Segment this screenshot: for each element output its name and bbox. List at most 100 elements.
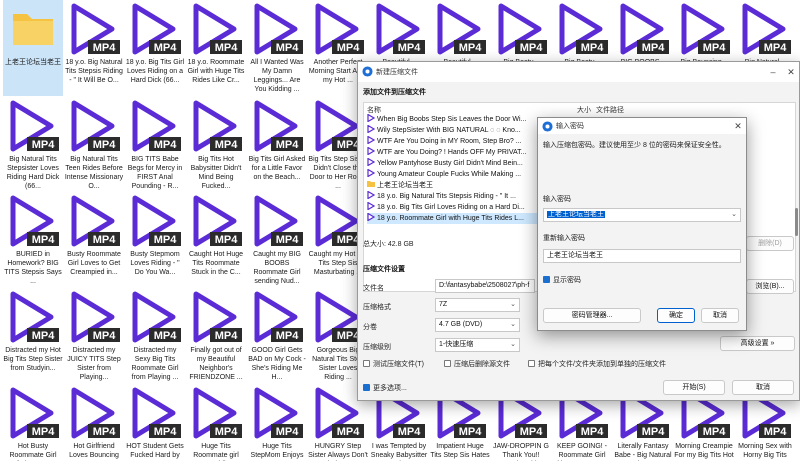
- file-list-name: Yellow Pantyhose Busty Girl Didn't Mind …: [377, 160, 523, 167]
- file-list-row[interactable]: WTF are You Doing? ! Hands OFF My PRIVAT…: [367, 147, 537, 158]
- file-item[interactable]: MP4 Huge Tits Roommate girl craves Riding…: [186, 384, 246, 461]
- expand-icon: [363, 384, 370, 391]
- file-list-row[interactable]: Young Amateur Couple Fucks While Making …: [367, 169, 537, 180]
- file-item[interactable]: MP4 18 y.o. Roommate Girl with Huge Tits …: [186, 0, 246, 96]
- video-file-icon: [367, 114, 376, 123]
- delete-source-checkbox[interactable]: 压缩后删除源文件: [444, 359, 510, 369]
- col-path[interactable]: 文件路径: [596, 105, 624, 115]
- advanced-settings-button[interactable]: 高级设置 »: [720, 336, 795, 351]
- file-item[interactable]: MP4 Caught my BIG BOOBS Roommate Girl sen…: [247, 192, 307, 288]
- svg-text:MP4: MP4: [642, 42, 666, 54]
- title-bar: 新建压缩文件 – ✕: [358, 62, 799, 82]
- file-thumbnail: MP4: [68, 386, 120, 440]
- svg-text:MP4: MP4: [703, 426, 727, 438]
- file-thumbnail: MP4: [190, 194, 242, 248]
- format-select[interactable]: 7Z ⌄: [435, 298, 520, 312]
- password-field[interactable]: 上老王论坛当老王 ⌄: [543, 208, 741, 222]
- file-item[interactable]: MP4 All I Wanted Was My Damn Leggings... …: [247, 0, 307, 96]
- file-item[interactable]: MP4 Distracted my Hot Big Tits Step Siste…: [3, 288, 63, 384]
- file-item[interactable]: MP4 Distracted my Sexy Big Tits Roommate …: [125, 288, 185, 384]
- svg-text:MP4: MP4: [276, 139, 300, 151]
- file-thumbnail: MP4: [68, 290, 120, 344]
- file-name-field[interactable]: D:\fantasybabe\2508027\ph-f: [435, 279, 535, 293]
- file-item[interactable]: MP4 Hot Busty Roommate Girl Left the Door…: [3, 384, 63, 461]
- svg-text:MP4: MP4: [215, 330, 239, 342]
- col-size[interactable]: 大小: [577, 105, 591, 115]
- ok-button[interactable]: 确定: [657, 308, 695, 323]
- file-item[interactable]: MP4 18 y.o. Big Tits Girl Loves Riding on…: [125, 0, 185, 96]
- video-file-icon: MP4: [620, 3, 669, 55]
- file-item[interactable]: MP4 Big Tits Girl Asked for a Little Favo…: [247, 97, 307, 193]
- file-item[interactable]: MP4 Huge Tits StepMom Enjoys ...: [247, 384, 307, 461]
- svg-text:MP4: MP4: [520, 426, 544, 438]
- dialog-cancel-button[interactable]: 取消: [701, 308, 739, 323]
- file-item[interactable]: MP4 Busty Roommate Girl Loves to Get Crea…: [64, 192, 124, 288]
- video-file-icon: MP4: [254, 291, 303, 343]
- list-scrollbar[interactable]: [792, 103, 800, 291]
- scroll-thumb[interactable]: [795, 208, 798, 236]
- browse-button[interactable]: 浏览(B)...: [746, 279, 794, 294]
- file-list-row[interactable]: When Big Boobs Step Sis Leaves the Door …: [367, 114, 537, 125]
- file-caption: 18 y.o. Big Natural Tits Stepsis Riding …: [65, 59, 123, 84]
- file-list-row[interactable]: Wily StepSister With BIG NATURAL ◌ ◌ Kno…: [367, 125, 537, 136]
- file-item[interactable]: MP4 HOT Student Gets Fucked Hard by Horny…: [125, 384, 185, 461]
- file-item[interactable]: MP4 Big Tits Hot Babysitter Didn't Mind B…: [186, 97, 246, 193]
- file-list-row[interactable]: 18 y.o. Roommate Girl with Huge Tits Rid…: [367, 213, 537, 224]
- file-list-row[interactable]: Yellow Pantyhose Busty Girl Didn't Mind …: [367, 158, 537, 169]
- file-item[interactable]: MP4 Caught Hot Huge Tits Roommate Stuck i…: [186, 192, 246, 288]
- close-icon[interactable]: ✕: [784, 65, 798, 79]
- file-thumbnail: MP4: [190, 290, 242, 344]
- video-file-icon: MP4: [254, 387, 303, 439]
- start-button[interactable]: 开始(S): [663, 380, 725, 395]
- file-item[interactable]: MP4 Big Natural Tits Stepsister Loves Rid…: [3, 97, 63, 193]
- file-item[interactable]: MP4 BIG TITS Babe Begs for Mercy in FIRST…: [125, 97, 185, 193]
- svg-text:MP4: MP4: [154, 426, 178, 438]
- level-select[interactable]: 1-快速压缩 ⌄: [435, 338, 520, 352]
- separate-archives-checkbox[interactable]: 把每个文件/文件夹添加到单独的压缩文件: [528, 359, 666, 369]
- cancel-button[interactable]: 取消: [732, 380, 794, 395]
- file-item[interactable]: MP4 18 y.o. Big Natural Tits Stepsis Ridi…: [64, 0, 124, 96]
- format-label: 压缩格式: [363, 304, 391, 311]
- test-archive-checkbox[interactable]: 测试压缩文件(T): [363, 359, 424, 369]
- file-thumbnail: MP4: [190, 2, 242, 56]
- file-thumbnail: MP4: [495, 2, 547, 56]
- video-file-icon: MP4: [193, 291, 242, 343]
- file-item[interactable]: MP4 GOOD Girl Gets BAD on My Cock - She's…: [247, 288, 307, 384]
- file-list-row[interactable]: WTF Are You Doing in MY Room, Step Bro? …: [367, 136, 537, 147]
- close-icon[interactable]: ✕: [731, 119, 745, 133]
- video-file-icon: [367, 169, 376, 178]
- file-item[interactable]: MP4 BURIED in Homework? BIG TITS Stepsis …: [3, 192, 63, 288]
- reenter-password-field[interactable]: 上老王论坛当老王: [543, 249, 741, 263]
- video-file-icon: [367, 202, 376, 211]
- file-item[interactable]: MP4 Big Natural Tits Teen Rides Before In…: [64, 97, 124, 193]
- svg-text:MP4: MP4: [93, 426, 117, 438]
- file-caption: Literally Fantasy Babe - Big Natural Tit…: [614, 443, 672, 459]
- more-options-toggle[interactable]: 更多选项...: [363, 383, 407, 393]
- file-list-row[interactable]: 18 y.o. Big Natural Tits Stepsis Riding …: [367, 191, 537, 202]
- file-list-row[interactable]: 18 y.o. Big Tits Girl Loves Riding on a …: [367, 202, 537, 213]
- file-thumbnail: MP4: [7, 290, 59, 344]
- minimize-icon[interactable]: –: [766, 65, 780, 79]
- svg-text:MP4: MP4: [32, 426, 56, 438]
- app-icon: [362, 66, 373, 77]
- show-password-checkbox[interactable]: 显示密码: [543, 275, 581, 285]
- file-list-name: WTF Are You Doing in MY Room, Step Bro? …: [377, 138, 522, 145]
- split-select[interactable]: 4.7 GB (DVD) ⌄: [435, 318, 520, 332]
- checkbox-box: [444, 360, 451, 367]
- file-caption: Distracted my Hot Big Tits Step Sister f…: [3, 347, 63, 372]
- file-item[interactable]: MP4 Finally got out of my Beautiful Neigh…: [186, 288, 246, 384]
- file-item[interactable]: MP4 Busty Stepmom Loves Riding - " Do You…: [125, 192, 185, 288]
- folder-item[interactable]: 上老王论坛当老王: [3, 0, 63, 96]
- svg-text:MP4: MP4: [276, 234, 300, 246]
- checkbox-box: [543, 276, 550, 283]
- password-manager-button[interactable]: 密码管理器...: [543, 308, 641, 323]
- file-caption: Caught Hot Huge Tits Roommate Stuck in t…: [188, 251, 244, 276]
- delete-button[interactable]: 删除(D): [746, 236, 794, 251]
- file-list-row[interactable]: 上老王论坛当老王: [367, 180, 537, 191]
- svg-text:MP4: MP4: [93, 42, 117, 54]
- file-item[interactable]: MP4 Hot Girlfriend Loves Bouncing Her ...: [64, 384, 124, 461]
- file-item[interactable]: MP4 Distracted my JUICY TITS Step Sister …: [64, 288, 124, 384]
- file-caption: Busty Roommate Girl Loves to Get Creampi…: [67, 251, 121, 276]
- file-caption: Caught my BIG BOOBS Roommate Girl sendin…: [253, 251, 301, 285]
- total-size: 总大小: 42.8 GB: [363, 241, 414, 248]
